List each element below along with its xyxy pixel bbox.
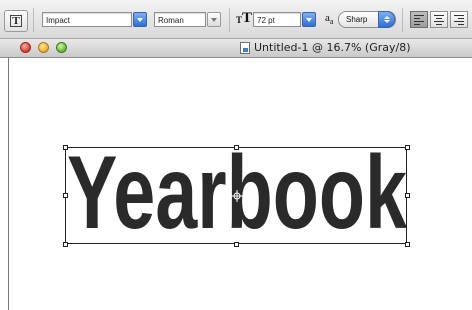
- reference-point-icon[interactable]: [231, 190, 243, 202]
- chevron-down-icon: [306, 17, 312, 22]
- document-icon: [240, 42, 250, 54]
- font-size-icon: TT: [236, 10, 253, 26]
- transform-handle-top-left[interactable]: [63, 145, 68, 150]
- antialias-select[interactable]: Sharp: [338, 11, 396, 28]
- align-left-button[interactable]: [410, 11, 428, 28]
- minimize-window-button[interactable]: [38, 42, 49, 53]
- font-style-dropdown-button[interactable]: [207, 12, 221, 27]
- font-size-dropdown-button[interactable]: [302, 12, 316, 27]
- font-family-field[interactable]: Impact: [42, 12, 132, 27]
- font-size-field[interactable]: 72 pt: [253, 12, 301, 27]
- align-center-button[interactable]: [430, 11, 448, 28]
- document-title: Untitled-1 @ 16.7% (Gray/8): [254, 41, 411, 54]
- font-family-dropdown-button[interactable]: [133, 12, 147, 27]
- transform-handle-bottom-left[interactable]: [63, 242, 68, 247]
- chevron-down-icon: [137, 17, 143, 22]
- transform-handle-top-center[interactable]: [234, 145, 239, 150]
- transform-handle-middle-left[interactable]: [63, 193, 68, 198]
- antialias-stepper-icon: [378, 11, 395, 28]
- transform-handle-bottom-right[interactable]: [405, 242, 410, 247]
- transform-handle-bottom-center[interactable]: [234, 242, 239, 247]
- font-style-field[interactable]: Roman: [154, 12, 206, 27]
- align-right-button[interactable]: [450, 11, 468, 28]
- antialias-value: Sharp: [346, 15, 368, 24]
- antialias-icon: aa: [325, 12, 334, 27]
- zoom-window-button[interactable]: [56, 42, 67, 53]
- type-tool-icon[interactable]: T: [4, 10, 28, 32]
- transform-handle-middle-right[interactable]: [405, 193, 410, 198]
- separator: [33, 8, 34, 32]
- separator: [229, 8, 230, 32]
- separator: [402, 8, 403, 32]
- document-title-bar[interactable]: Untitled-1 @ 16.7% (Gray/8): [0, 39, 472, 58]
- options-bar: T Impact Roman TT 72 pt aa Sharp: [0, 0, 472, 39]
- transform-handle-top-right[interactable]: [405, 145, 410, 150]
- canvas-edge: [8, 58, 9, 310]
- chevron-down-icon: [211, 17, 217, 22]
- close-window-button[interactable]: [20, 42, 31, 53]
